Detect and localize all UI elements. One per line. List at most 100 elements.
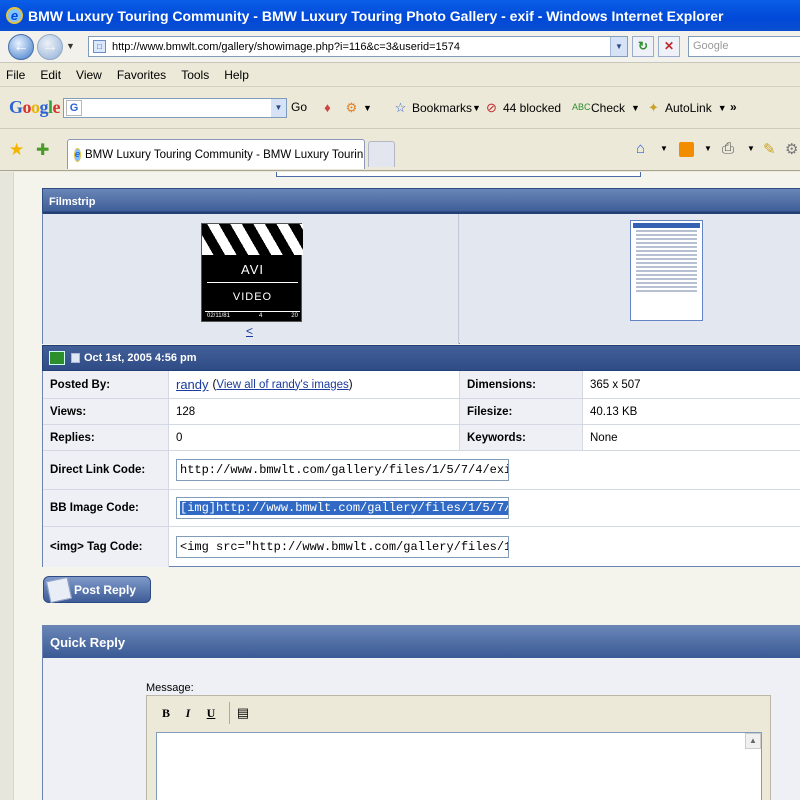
details-row-posted: Posted By: randy (View all of randy's im… [43,371,800,399]
menu-tools[interactable]: Tools [181,68,209,82]
scroll-up-icon[interactable]: ▲ [745,733,761,749]
page-viewport: Filmstrip AVI VIDEO 02/11/81 4 20 < Oct … [0,172,800,800]
view-all-images-link[interactable]: View all of randy's images [216,379,348,391]
quote-icon[interactable]: ▤ [234,704,252,722]
menu-help[interactable]: Help [224,68,249,82]
page-content: Filmstrip AVI VIDEO 02/11/81 4 20 < Oct … [13,172,800,800]
replies-label: Replies: [43,425,169,450]
image-info-header: Oct 1st, 2005 4:56 pm [42,345,800,371]
rss-feed-icon[interactable] [679,142,694,157]
menu-view[interactable]: View [76,68,102,82]
avi-video-thumbnail[interactable]: AVI VIDEO 02/11/81 4 20 [201,223,303,322]
clapper-footer: 02/11/81 4 20 [205,311,300,320]
google-logo: Google [9,97,61,117]
image-details-table: Posted By: randy (View all of randy's im… [42,371,800,567]
details-row-replies: Replies: 0 Keywords: None [43,425,800,451]
google-search-dropdown-icon[interactable]: ▼ [271,99,286,117]
menu-file[interactable]: File [6,68,25,82]
message-label: Message: [146,682,194,694]
menu-favorites[interactable]: Favorites [117,68,166,82]
address-input[interactable]: □ http://www.bmwlt.com/gallery/showimage… [88,36,628,57]
home-dropdown-icon[interactable]: ▼ [660,144,668,153]
autolink-button[interactable]: ✦ AutoLink ▼ [646,100,727,115]
message-textarea[interactable]: ▲ [156,732,762,800]
bb-code-label: BB Image Code: [43,490,169,526]
post-icon [71,353,80,363]
post-reply-button[interactable]: Post Reply [43,576,151,604]
exif-thumbnail[interactable] [630,220,703,321]
address-dropdown-icon[interactable]: ▼ [610,37,627,56]
stop-button[interactable]: ✕ [658,36,680,57]
post-reply-icon [45,576,73,604]
google-search-input[interactable]: G ▼ [63,98,287,118]
spell-check-button[interactable]: ABC Check ▼ [572,100,640,115]
details-row-views: Views: 128 Filesize: 40.13 KB [43,399,800,425]
menu-edit[interactable]: Edit [40,68,61,82]
quick-reply-panel: Quick Reply Message: B I U ▤ ▲ [42,625,800,800]
address-url: http://www.bmwlt.com/gallery/showimage.p… [112,40,461,53]
new-tab-button[interactable] [368,141,395,167]
filesize-value: 40.13 KB [590,405,638,418]
google-toolbar-options-button[interactable]: ⚙ ▼ [344,100,372,115]
tools-menu-icon[interactable]: ⚙ [785,140,798,158]
home-icon[interactable]: ⌂ [636,140,645,157]
page-icon: □ [93,40,106,53]
quick-reply-header: Quick Reply [43,626,800,658]
refresh-button[interactable]: ↻ [632,36,654,57]
post-date: Oct 1st, 2005 4:56 pm [84,352,197,364]
details-row-img-tag: <img> Tag Code: <img src="http://www.bmw… [43,527,800,567]
history-dropdown-icon[interactable]: ▼ [66,41,75,51]
views-value: 128 [176,405,196,418]
tab-bar: ★ ✚ e BMW Luxury Touring Community - BMW… [0,129,800,171]
img-tag-field[interactable]: <img src="http://www.bmwlt.com/gallery/f… [176,536,509,558]
feed-dropdown-icon[interactable]: ▼ [704,144,712,153]
print-dropdown-icon[interactable]: ▼ [747,144,755,153]
details-row-direct-link: Direct Link Code: http://www.bmwlt.com/g… [43,451,800,490]
computer-icon [49,351,65,365]
toolbar-overflow-button[interactable]: » [730,100,737,114]
popup-blocker-button[interactable]: ⊘ 44 blocked [484,100,561,115]
views-label: Views: [43,399,169,424]
editor-separator [229,702,230,724]
italic-button[interactable]: I [179,704,197,722]
bookmarks-button[interactable]: ☆ Bookmarks ▼ [393,100,481,115]
direct-link-field[interactable]: http://www.bmwlt.com/gallery/files/1/5/7… [176,459,509,481]
window-title: BMW Luxury Touring Community - BMW Luxur… [28,7,724,24]
posted-by-label: Posted By: [43,371,169,398]
filesize-label: Filesize: [459,399,583,424]
menu-bar: File Edit View Favorites Tools Help [0,63,800,87]
tab-ie-icon: e [74,147,82,162]
google-go-button[interactable]: Go [291,100,307,114]
address-toolbar: ← → ▼ □ http://www.bmwlt.com/gallery/sho… [0,31,800,63]
filmstrip-cell-current [460,214,800,344]
favorites-center-icon[interactable]: ★ [9,140,24,160]
filmstrip-header: Filmstrip [42,188,800,212]
posted-by-user-link[interactable]: randy [176,377,209,392]
clapper-line2: VIDEO [232,291,273,303]
details-row-bb-code: BB Image Code: [img]http://www.bmwlt.com… [43,490,800,527]
print-icon[interactable]: ⎙ [722,140,734,157]
previous-image-link[interactable]: < [246,324,253,338]
clapper-line1: AVI [241,262,264,277]
forward-button[interactable]: → [37,34,63,60]
keywords-value: None [590,431,618,444]
underline-button[interactable]: U [202,704,220,722]
image-frame-bottom [276,172,641,177]
keywords-label: Keywords: [459,425,583,450]
bold-button[interactable]: B [157,704,175,722]
clapper-stripes [202,224,303,255]
page-menu-icon[interactable]: ✎ [763,140,776,158]
clapper-n2: 20 [291,313,298,319]
search-input[interactable]: Google [688,36,800,57]
google-g-icon[interactable]: G [66,100,82,116]
google-news-icon[interactable]: ♦ [320,100,339,115]
posted-by-value: randy (View all of randy's images) [176,377,353,392]
back-button[interactable]: ← [8,34,34,60]
tab-bmw-gallery[interactable]: e BMW Luxury Touring Community - BMW Lux… [67,139,365,169]
bb-code-field[interactable]: [img]http://www.bmwlt.com/gallery/files/… [176,497,509,519]
window-title-bar: e BMW Luxury Touring Community - BMW Lux… [0,0,800,31]
add-favorite-icon[interactable]: ✚ [36,140,49,160]
replies-value: 0 [176,431,183,444]
dimensions-value: 365 x 507 [590,378,641,391]
img-tag-label: <img> Tag Code: [43,527,169,567]
